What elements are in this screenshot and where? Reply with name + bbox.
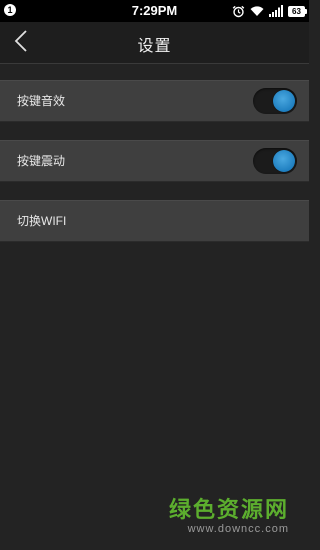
page-title: 设置	[137, 38, 172, 55]
key-vibrate-toggle[interactable]	[253, 148, 297, 174]
alarm-icon	[232, 5, 245, 18]
toggle-knob	[273, 90, 295, 112]
setting-switch-wifi-label: 切换WIFI	[17, 214, 67, 228]
setting-key-vibrate[interactable]: 按键震动	[0, 140, 309, 182]
setting-key-sound-label: 按键音效	[17, 94, 66, 108]
watermark-name: 绿色资源网	[168, 497, 289, 522]
settings-screen: 1 7:29PM 63 设置 按键音效 按键震动 切换WIFI 绿色资源网 ww…	[0, 0, 309, 550]
wifi-icon	[250, 5, 264, 17]
header-divider	[0, 63, 309, 64]
toggle-knob	[273, 150, 295, 172]
signal-icon	[269, 5, 283, 17]
watermark: 绿色资源网 www.downcc.com	[169, 497, 289, 536]
key-sound-toggle[interactable]	[253, 88, 297, 114]
header-bar: 设置	[0, 22, 309, 63]
setting-switch-wifi[interactable]: 切换WIFI	[0, 200, 309, 242]
status-bar: 1 7:29PM 63	[0, 0, 309, 22]
battery-icon: 63	[288, 5, 307, 17]
status-icons: 63	[232, 3, 307, 19]
watermark-url: www.downcc.com	[187, 523, 289, 535]
setting-key-sound[interactable]: 按键音效	[0, 80, 309, 122]
setting-key-vibrate-label: 按键震动	[17, 154, 66, 168]
